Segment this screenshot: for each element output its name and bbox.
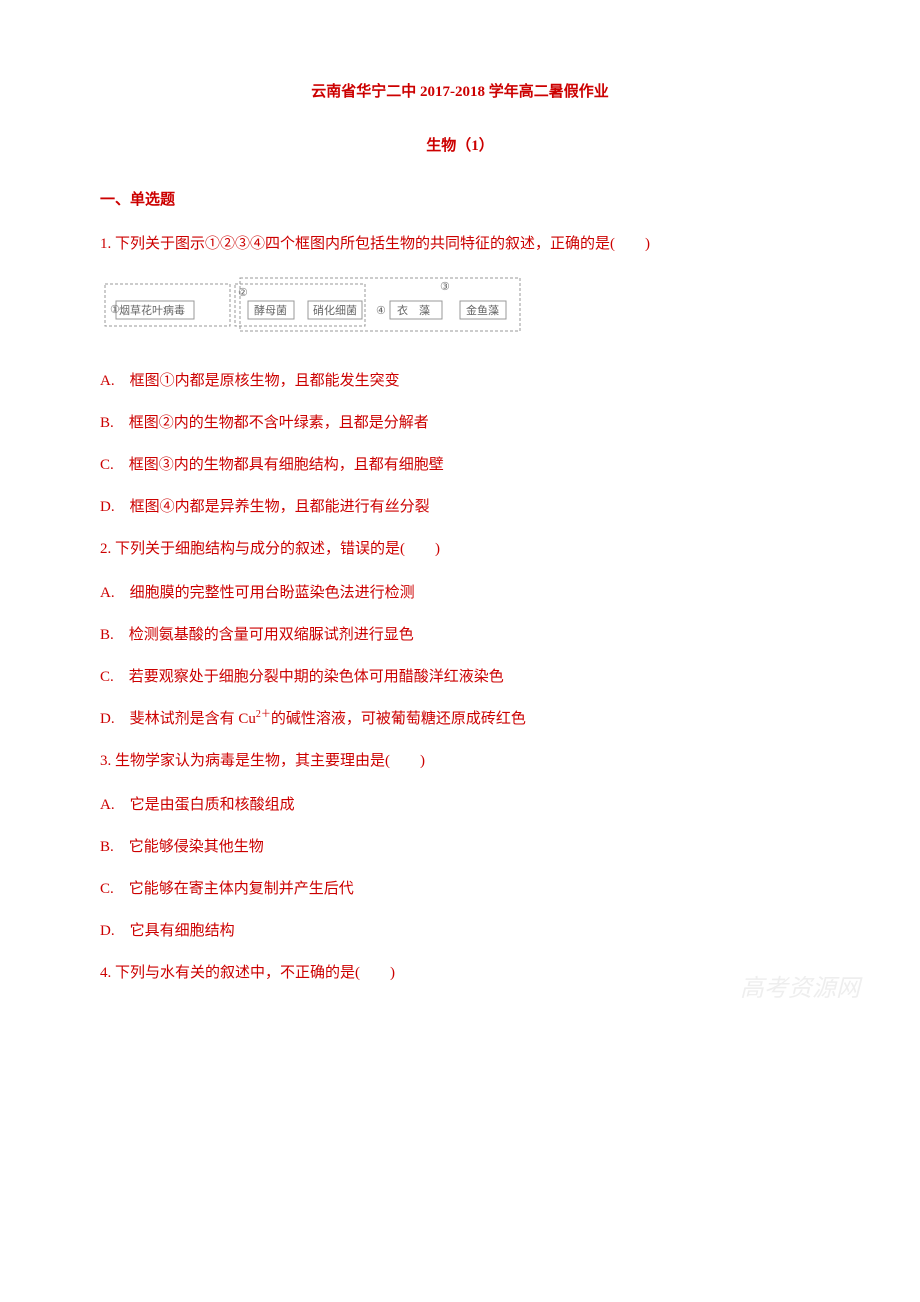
question-2-text: 2. 下列关于细胞结构与成分的叙述，错误的是( ) — [100, 537, 820, 561]
q1-option-a: A. 框图①内都是原核生物，且都能发生突变 — [100, 369, 820, 393]
q2-option-b: B. 检测氨基酸的含量可用双缩脲试剂进行显色 — [100, 623, 820, 647]
q1-option-c: C. 框图③内的生物都具有细胞结构，且都有细胞壁 — [100, 453, 820, 477]
q2-option-c: C. 若要观察处于细胞分裂中期的染色体可用醋酸洋红液染色 — [100, 665, 820, 689]
circle-2-label: ② — [238, 287, 248, 299]
circle-3-label: ③ — [440, 281, 450, 293]
doc-subtitle: 生物（1） — [100, 134, 820, 158]
section-header: 一、单选题 — [100, 188, 820, 212]
q3-option-a: A. 它是由蛋白质和核酸组成 — [100, 793, 820, 817]
circle-4-label: ④ — [376, 305, 386, 317]
question-1-diagram: ① 烟草花叶病毒 ② 酵母菌 硝化细菌 ③ ④ 衣 藻 金鱼藻 — [100, 276, 820, 344]
q2-option-a: A. 细胞膜的完整性可用台盼蓝染色法进行检测 — [100, 581, 820, 605]
label-chlamydomonas: 衣 藻 — [397, 303, 430, 317]
q2-d-sup: 2＋ — [256, 709, 271, 720]
doc-title: 云南省华宁二中 2017-2018 学年高二暑假作业 — [100, 80, 820, 104]
q2-d-post: 的碱性溶液，可被葡萄糖还原成砖红色 — [271, 711, 526, 727]
q2-d-pre: D. 斐林试剂是含有 Cu — [100, 711, 256, 727]
q3-option-b: B. 它能够侵染其他生物 — [100, 835, 820, 859]
q1-option-b: B. 框图②内的生物都不含叶绿素，且都是分解者 — [100, 411, 820, 435]
label-yeast: 酵母菌 — [254, 304, 287, 317]
q2-option-d: D. 斐林试剂是含有 Cu2＋的碱性溶液，可被葡萄糖还原成砖红色 — [100, 707, 820, 731]
q3-option-c: C. 它能够在寄主体内复制并产生后代 — [100, 877, 820, 901]
question-3-text: 3. 生物学家认为病毒是生物，其主要理由是( ) — [100, 749, 820, 773]
label-nitrifying: 硝化细菌 — [313, 303, 357, 317]
question-4-text: 4. 下列与水有关的叙述中，不正确的是( ) — [100, 961, 820, 985]
q3-option-d: D. 它具有细胞结构 — [100, 919, 820, 943]
label-hornwort: 金鱼藻 — [466, 303, 499, 317]
label-virus: 烟草花叶病毒 — [119, 303, 185, 317]
question-1-text: 1. 下列关于图示①②③④四个框图内所包括生物的共同特征的叙述，正确的是( ) — [100, 232, 820, 256]
q1-option-d: D. 框图④内都是异养生物，且都能进行有丝分裂 — [100, 495, 820, 519]
